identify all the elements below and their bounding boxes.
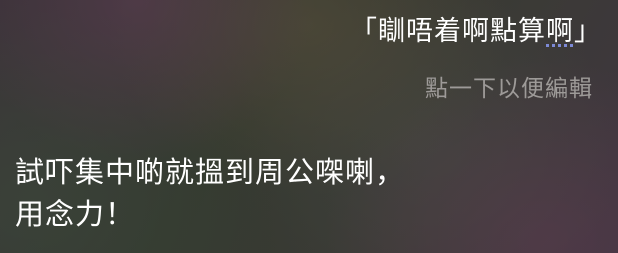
siri-response: 試吓集中啲就搵到周公㗎喇， 用念力！ — [15, 151, 595, 235]
close-quote: 」 — [574, 16, 602, 47]
query-text: 瞓唔着啊點算 — [378, 16, 546, 47]
response-line-2: 用念力！ — [15, 197, 136, 231]
query-underlined-word[interactable]: 啊 — [546, 16, 574, 47]
user-query-bubble[interactable]: 「瞓唔着啊點算啊」 — [350, 15, 602, 49]
tap-to-edit-hint[interactable]: 點一下以便編輯 — [425, 74, 593, 104]
response-line-1: 試吓集中啲就搵到周公㗎喇， — [15, 155, 406, 189]
open-quote: 「 — [350, 16, 378, 47]
